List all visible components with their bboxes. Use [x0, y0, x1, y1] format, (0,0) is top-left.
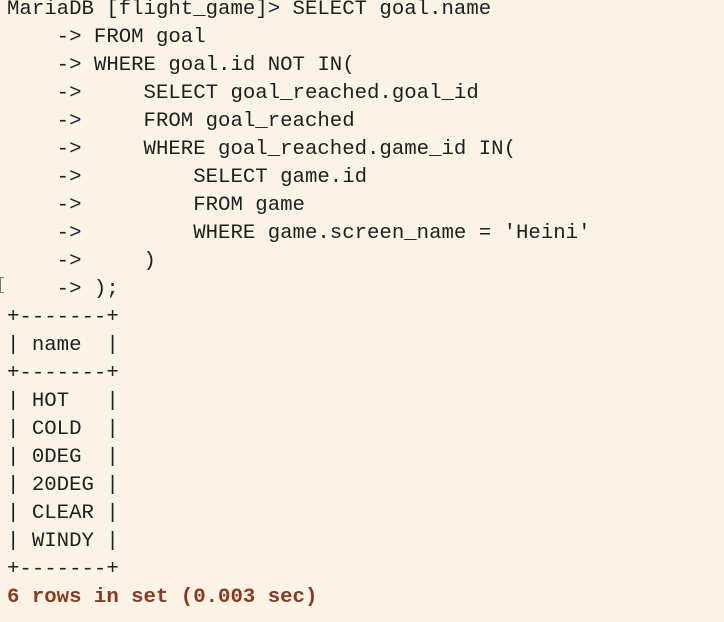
terminal-line-9: -> WHERE game.screen_name = 'Heini': [7, 222, 591, 245]
terminal-window[interactable]: MariaDB [flight_game]> SELECT goal.name …: [0, 0, 724, 622]
terminal-line-2: -> FROM goal: [7, 26, 206, 49]
bracket-marker: [0, 277, 4, 293]
table-row: | CLEAR |: [7, 502, 119, 525]
query-status: 6 rows in set (0.003 sec): [7, 586, 318, 609]
table-row: | HOT |: [7, 390, 119, 413]
terminal-line-4: -> SELECT goal_reached.goal_id: [7, 82, 479, 105]
terminal-line-1: MariaDB [flight_game]> SELECT goal.name: [7, 0, 492, 21]
terminal-line-6: -> WHERE goal_reached.game_id IN(: [7, 138, 516, 161]
table-header: | name |: [7, 334, 119, 357]
terminal-line-10: -> ): [7, 250, 156, 273]
terminal-line-5: -> FROM goal_reached: [7, 110, 355, 133]
terminal-line-8: -> FROM game: [7, 194, 305, 217]
terminal-line-11: -> );: [7, 278, 119, 301]
table-row: | COLD |: [7, 418, 119, 441]
terminal-line-7: -> SELECT game.id: [7, 166, 368, 189]
table-row: | WINDY |: [7, 530, 119, 553]
terminal-line-3: -> WHERE goal.id NOT IN(: [7, 54, 355, 77]
table-border-bottom: +-------+: [7, 558, 119, 581]
table-border-top: +-------+: [7, 306, 119, 329]
table-row: | 0DEG |: [7, 446, 119, 469]
table-border-mid: +-------+: [7, 362, 119, 385]
table-row: | 20DEG |: [7, 474, 119, 497]
